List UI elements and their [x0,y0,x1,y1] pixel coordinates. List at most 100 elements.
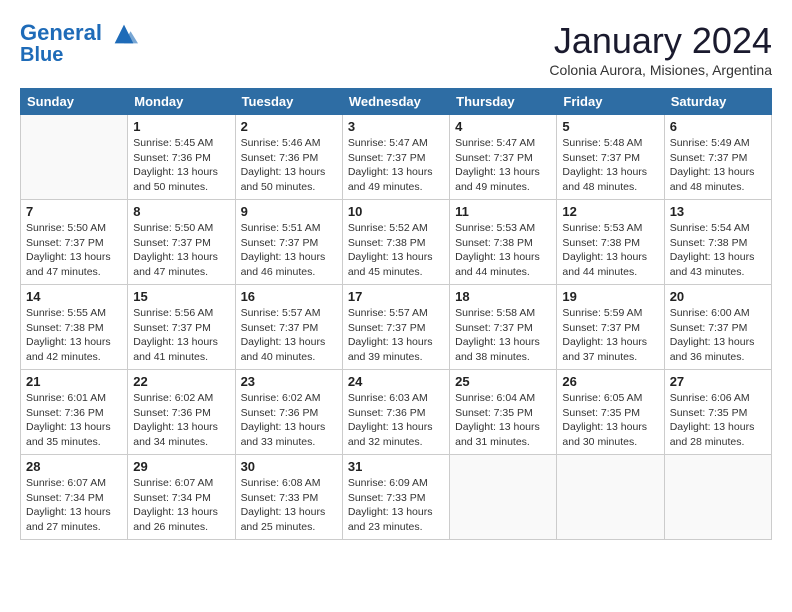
day-number: 8 [133,204,229,219]
calendar-table: Sunday Monday Tuesday Wednesday Thursday… [20,88,772,540]
day-info: Sunrise: 5:45 AMSunset: 7:36 PMDaylight:… [133,136,229,195]
table-row: 8 Sunrise: 5:50 AMSunset: 7:37 PMDaylight… [128,200,235,285]
day-number: 26 [562,374,658,389]
table-row: 4 Sunrise: 5:47 AMSunset: 7:37 PMDaylight… [450,115,557,200]
table-row: 26 Sunrise: 6:05 AMSunset: 7:35 PMDayligh… [557,370,664,455]
calendar-week-row: 28 Sunrise: 6:07 AMSunset: 7:34 PMDayligh… [21,455,772,540]
day-number: 16 [241,289,337,304]
day-number: 28 [26,459,122,474]
table-row: 31Sunrise: 6:09 AMSunset: 7:33 PMDayligh… [342,455,449,540]
table-row: 19Sunrise: 5:59 AMSunset: 7:37 PMDayligh… [557,285,664,370]
day-number: 17 [348,289,444,304]
day-info: Sunrise: 5:49 AMSunset: 7:37 PMDaylight:… [670,136,766,195]
calendar-week-row: 21Sunrise: 6:01 AMSunset: 7:36 PMDayligh… [21,370,772,455]
table-row: 10 Sunrise: 5:52 AMSunset: 7:38 PMDayligh… [342,200,449,285]
table-row: 25Sunrise: 6:04 AMSunset: 7:35 PMDayligh… [450,370,557,455]
day-number: 22 [133,374,229,389]
day-info: Sunrise: 5:46 AMSunset: 7:36 PMDaylight:… [241,136,337,195]
table-row: 3 Sunrise: 5:47 AMSunset: 7:37 PMDaylight… [342,115,449,200]
table-row: 12 Sunrise: 5:53 AMSunset: 7:38 PMDayligh… [557,200,664,285]
location: Colonia Aurora, Misiones, Argentina [549,62,772,78]
day-info: Sunrise: 6:06 AMSunset: 7:35 PMDaylight:… [670,391,766,450]
day-info: Sunrise: 5:52 AMSunset: 7:38 PMDaylight:… [348,221,444,280]
day-number: 10 [348,204,444,219]
day-info: Sunrise: 5:50 AMSunset: 7:37 PMDaylight:… [26,221,122,280]
day-number: 4 [455,119,551,134]
day-number: 12 [562,204,658,219]
day-info: Sunrise: 6:01 AMSunset: 7:36 PMDaylight:… [26,391,122,450]
day-info: Sunrise: 6:00 AMSunset: 7:37 PMDaylight:… [670,306,766,365]
day-info: Sunrise: 6:03 AMSunset: 7:36 PMDaylight:… [348,391,444,450]
page-header: General Blue January 2024 Colonia Aurora… [20,20,772,78]
month-title: January 2024 [549,20,772,62]
table-row: 22 Sunrise: 6:02 AMSunset: 7:36 PMDayligh… [128,370,235,455]
day-number: 14 [26,289,122,304]
day-number: 5 [562,119,658,134]
day-number: 7 [26,204,122,219]
header-tuesday: Tuesday [235,89,342,115]
day-info: Sunrise: 5:47 AMSunset: 7:37 PMDaylight:… [455,136,551,195]
day-info: Sunrise: 5:47 AMSunset: 7:37 PMDaylight:… [348,136,444,195]
table-row [664,455,771,540]
day-info: Sunrise: 5:53 AMSunset: 7:38 PMDaylight:… [455,221,551,280]
day-info: Sunrise: 6:04 AMSunset: 7:35 PMDaylight:… [455,391,551,450]
day-info: Sunrise: 5:51 AMSunset: 7:37 PMDaylight:… [241,221,337,280]
day-number: 15 [133,289,229,304]
day-number: 30 [241,459,337,474]
table-row: 6 Sunrise: 5:49 AMSunset: 7:37 PMDaylight… [664,115,771,200]
day-info: Sunrise: 5:57 AMSunset: 7:37 PMDaylight:… [348,306,444,365]
day-info: Sunrise: 6:07 AMSunset: 7:34 PMDaylight:… [26,476,122,535]
table-row: 1Sunrise: 5:45 AMSunset: 7:36 PMDaylight… [128,115,235,200]
calendar-header-row: Sunday Monday Tuesday Wednesday Thursday… [21,89,772,115]
day-info: Sunrise: 6:08 AMSunset: 7:33 PMDaylight:… [241,476,337,535]
day-info: Sunrise: 6:05 AMSunset: 7:35 PMDaylight:… [562,391,658,450]
table-row: 7 Sunrise: 5:50 AMSunset: 7:37 PMDaylight… [21,200,128,285]
calendar-week-row: 1Sunrise: 5:45 AMSunset: 7:36 PMDaylight… [21,115,772,200]
day-info: Sunrise: 5:59 AMSunset: 7:37 PMDaylight:… [562,306,658,365]
table-row [450,455,557,540]
table-row: 27 Sunrise: 6:06 AMSunset: 7:35 PMDayligh… [664,370,771,455]
day-number: 9 [241,204,337,219]
header-sunday: Sunday [21,89,128,115]
table-row: 13Sunrise: 5:54 AMSunset: 7:38 PMDayligh… [664,200,771,285]
calendar-week-row: 14 Sunrise: 5:55 AMSunset: 7:38 PMDayligh… [21,285,772,370]
table-row: 30 Sunrise: 6:08 AMSunset: 7:33 PMDayligh… [235,455,342,540]
logo-icon [110,20,138,48]
day-info: Sunrise: 5:50 AMSunset: 7:37 PMDaylight:… [133,221,229,280]
day-number: 23 [241,374,337,389]
table-row: 20 Sunrise: 6:00 AMSunset: 7:37 PMDayligh… [664,285,771,370]
day-number: 3 [348,119,444,134]
day-number: 11 [455,204,551,219]
day-number: 6 [670,119,766,134]
table-row: 14 Sunrise: 5:55 AMSunset: 7:38 PMDayligh… [21,285,128,370]
table-row: 21Sunrise: 6:01 AMSunset: 7:36 PMDayligh… [21,370,128,455]
day-info: Sunrise: 6:09 AMSunset: 7:33 PMDaylight:… [348,476,444,535]
table-row: 9 Sunrise: 5:51 AMSunset: 7:37 PMDaylight… [235,200,342,285]
table-row: 18 Sunrise: 5:58 AMSunset: 7:37 PMDayligh… [450,285,557,370]
table-row: 16Sunrise: 5:57 AMSunset: 7:37 PMDayligh… [235,285,342,370]
day-info: Sunrise: 6:02 AMSunset: 7:36 PMDaylight:… [241,391,337,450]
table-row: 2Sunrise: 5:46 AMSunset: 7:36 PMDaylight… [235,115,342,200]
day-number: 18 [455,289,551,304]
day-info: Sunrise: 5:56 AMSunset: 7:37 PMDaylight:… [133,306,229,365]
logo: General Blue [20,20,138,66]
header-monday: Monday [128,89,235,115]
day-info: Sunrise: 6:02 AMSunset: 7:36 PMDaylight:… [133,391,229,450]
day-number: 29 [133,459,229,474]
day-number: 24 [348,374,444,389]
day-number: 20 [670,289,766,304]
table-row [21,115,128,200]
header-thursday: Thursday [450,89,557,115]
day-number: 27 [670,374,766,389]
day-info: Sunrise: 5:53 AMSunset: 7:38 PMDaylight:… [562,221,658,280]
title-block: January 2024 Colonia Aurora, Misiones, A… [549,20,772,78]
table-row [557,455,664,540]
day-info: Sunrise: 5:58 AMSunset: 7:37 PMDaylight:… [455,306,551,365]
table-row: 17 Sunrise: 5:57 AMSunset: 7:37 PMDayligh… [342,285,449,370]
table-row: 29 Sunrise: 6:07 AMSunset: 7:34 PMDayligh… [128,455,235,540]
table-row: 15 Sunrise: 5:56 AMSunset: 7:37 PMDayligh… [128,285,235,370]
day-info: Sunrise: 6:07 AMSunset: 7:34 PMDaylight:… [133,476,229,535]
table-row: 24 Sunrise: 6:03 AMSunset: 7:36 PMDayligh… [342,370,449,455]
day-info: Sunrise: 5:48 AMSunset: 7:37 PMDaylight:… [562,136,658,195]
day-info: Sunrise: 5:55 AMSunset: 7:38 PMDaylight:… [26,306,122,365]
